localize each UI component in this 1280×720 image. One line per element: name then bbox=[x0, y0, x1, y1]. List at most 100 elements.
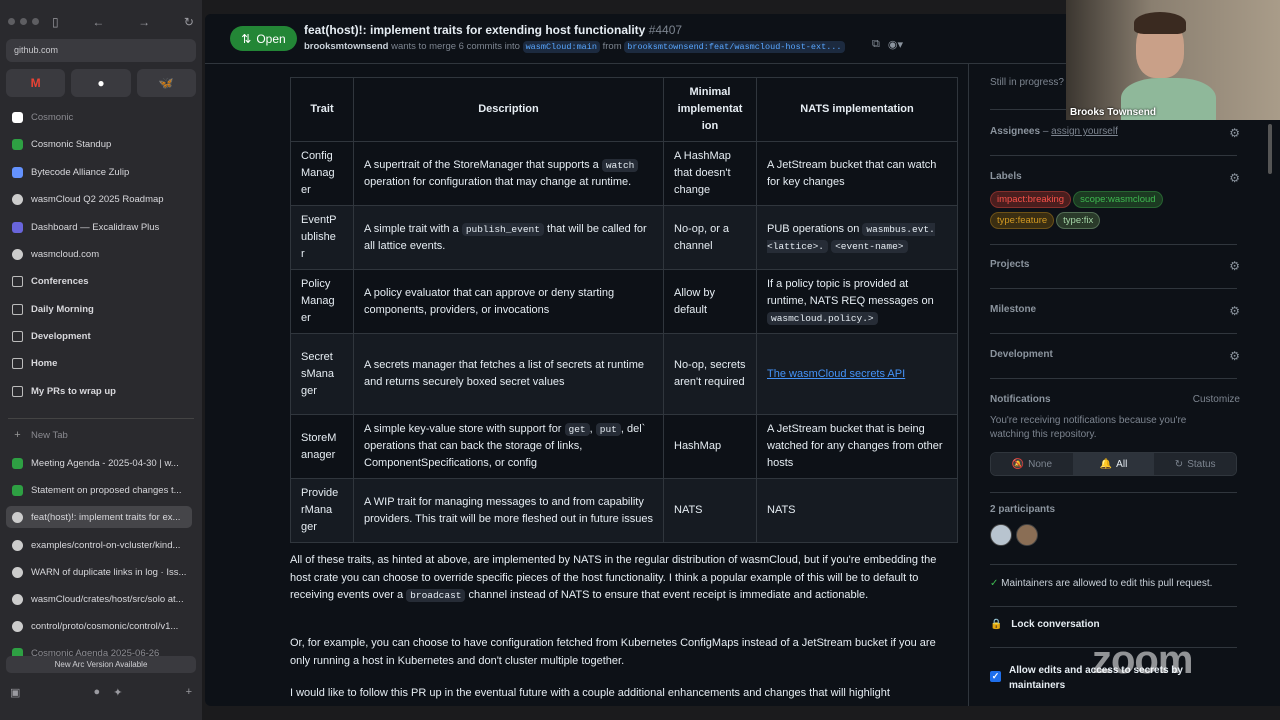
gear-icon[interactable]: ⚙ bbox=[1229, 171, 1240, 185]
merge-text: wants to merge 6 commits into bbox=[391, 41, 520, 52]
sidebar-item[interactable]: My PRs to wrap up bbox=[6, 380, 192, 402]
space-icon[interactable]: ● bbox=[94, 686, 101, 699]
divider bbox=[990, 155, 1237, 156]
archive-icon[interactable]: ▣ bbox=[10, 686, 20, 699]
avatar[interactable] bbox=[1016, 524, 1038, 546]
secrets-api-link[interactable]: The wasmCloud secrets API bbox=[767, 368, 905, 380]
trait-cell: EventP ublishe r bbox=[290, 205, 354, 270]
gear-icon[interactable]: ⚙ bbox=[1229, 259, 1240, 273]
sidebar-divider bbox=[8, 418, 194, 419]
notif-none-button[interactable]: 🔕 None bbox=[991, 453, 1073, 475]
notification-reason: You're receiving notifications because y… bbox=[990, 415, 1187, 440]
lock-icon: 🔒 bbox=[990, 619, 1003, 630]
zoom-dot[interactable] bbox=[32, 18, 39, 25]
label-badge[interactable]: scope:wasmcloud bbox=[1073, 191, 1163, 208]
sidebar-item[interactable]: Meeting Agenda - 2025-04-30 | w... bbox=[6, 452, 192, 474]
description-cell: A supertrait of the StoreManager that su… bbox=[353, 141, 664, 206]
pr-number: #4407 bbox=[648, 23, 683, 37]
development-section: Development ⚙ bbox=[990, 349, 1240, 363]
sidebar-item[interactable]: Conferences bbox=[6, 270, 192, 292]
reload-icon[interactable]: ↻ bbox=[184, 15, 194, 29]
notif-all-button[interactable]: 🔔 All bbox=[1072, 453, 1155, 475]
sidebar-item[interactable]: Bytecode Alliance Zulip bbox=[6, 161, 192, 183]
sidebar-item[interactable]: control/proto/cosmonic/control/v1... bbox=[6, 615, 192, 637]
sidebar-toggle-icon[interactable]: ▯ bbox=[52, 15, 59, 29]
sidebar-item[interactable]: Daily Morning bbox=[6, 298, 192, 320]
allow-edits-checkbox[interactable]: ✓ bbox=[990, 671, 1001, 682]
add-icon[interactable]: + bbox=[186, 686, 192, 699]
gear-icon[interactable]: ⚙ bbox=[1229, 304, 1240, 318]
minimal-cell: Allow by default bbox=[663, 269, 757, 334]
pinned-github[interactable]: ● bbox=[71, 69, 131, 97]
cell-text: A supertrait of the StoreManager that su… bbox=[364, 158, 602, 171]
sidebar-item[interactable]: Statement on proposed changes t... bbox=[6, 479, 192, 501]
cosmonic-icon bbox=[12, 484, 23, 496]
column-header: NATS implementation bbox=[756, 77, 958, 142]
head-branch[interactable]: brooksmtownsend:feat/wasmcloud-host-ext.… bbox=[624, 41, 845, 53]
sidebar-item[interactable]: Cosmonic Standup bbox=[6, 133, 192, 155]
development-title: Development bbox=[990, 349, 1053, 360]
github-icon bbox=[12, 511, 23, 523]
gear-icon[interactable]: ⚙ bbox=[1229, 126, 1240, 140]
label-badge[interactable]: impact:breaking bbox=[990, 191, 1072, 208]
watch-icon[interactable]: ◉▾ bbox=[888, 38, 903, 51]
sidebar-item-label: control/proto/cosmonic/control/v1... bbox=[31, 620, 179, 632]
scrollbar[interactable] bbox=[1268, 124, 1272, 174]
table-row: Policy Manag er A policy evaluator that c… bbox=[290, 269, 958, 334]
notifications-section: Notifications Customize You're receiving… bbox=[990, 394, 1240, 442]
inline-code: watch bbox=[601, 158, 639, 172]
sidebar-item[interactable]: wasmcloud.com bbox=[6, 243, 192, 265]
label-badge[interactable]: type:fix bbox=[1056, 212, 1101, 229]
sidebar-item[interactable]: wasmCloud Q2 2025 Roadmap bbox=[6, 188, 192, 210]
sidebar-item[interactable]: + New Tab bbox=[6, 424, 192, 446]
pr-title-text: feat(host)!: implement traits for extend… bbox=[304, 23, 646, 37]
sidebar-item[interactable]: Dashboard — Excalidraw Plus bbox=[6, 216, 192, 238]
cell-text: A simple key-value store with support fo… bbox=[364, 423, 565, 435]
pinned-gmail[interactable]: M bbox=[6, 69, 66, 97]
from-text: from bbox=[602, 41, 622, 52]
spark-icon[interactable]: ✦ bbox=[113, 686, 122, 699]
screen: ▯ ← → ↻ github.com M ● 🦋 Cosmonic Cosmoni… bbox=[0, 0, 1280, 720]
bell-icon: 🔔 bbox=[1099, 458, 1113, 470]
minimize-dot[interactable] bbox=[20, 18, 27, 25]
sidebar-item-label: Bytecode Alliance Zulip bbox=[31, 166, 130, 178]
webcam-overlay: Brooks Townsend bbox=[1066, 0, 1280, 120]
pinned-bluesky[interactable]: 🦋 bbox=[136, 69, 196, 97]
sidebar-item[interactable]: WARN of duplicate links in log · Iss... bbox=[6, 561, 192, 583]
notif-status-button[interactable]: ↻ Status bbox=[1154, 453, 1236, 475]
lock-conversation[interactable]: 🔒 Lock conversation bbox=[990, 619, 1240, 630]
body-paragraph-2: Or, for example, you can choose to have … bbox=[290, 637, 936, 667]
url-bar[interactable]: github.com bbox=[6, 39, 196, 62]
sidebar-item[interactable]: Home bbox=[6, 352, 192, 374]
sidebar-item[interactable]: Cosmonic bbox=[6, 106, 192, 128]
cell-text: A JetStream bucket that can watch for ke… bbox=[767, 158, 937, 188]
notification-toggle: 🔕 None 🔔 All ↻ Status bbox=[990, 452, 1237, 476]
back-arrow-icon[interactable]: ← bbox=[92, 15, 104, 29]
github-icon bbox=[12, 593, 23, 605]
participant-avatars bbox=[990, 524, 1240, 546]
close-dot[interactable] bbox=[8, 18, 15, 25]
assign-yourself-link[interactable]: assign yourself bbox=[1051, 126, 1118, 137]
pr-author[interactable]: brooksmtownsend bbox=[304, 41, 388, 52]
copy-icon[interactable]: ⧉ bbox=[872, 38, 880, 51]
cosmonic-icon bbox=[12, 457, 23, 469]
sidebar-item[interactable]: feat(host)!: implement traits for ex... bbox=[6, 506, 192, 528]
projects-section: Projects ⚙ bbox=[990, 259, 1240, 273]
base-branch[interactable]: wasmCloud:main bbox=[522, 41, 600, 53]
customize-link[interactable]: Customize bbox=[1193, 394, 1240, 405]
sidebar-item-label: wasmCloud Q2 2025 Roadmap bbox=[31, 193, 164, 205]
sidebar-divider-line bbox=[968, 64, 969, 706]
milestone-title: Milestone bbox=[990, 304, 1037, 315]
bell-slash-icon: 🔕 bbox=[1011, 458, 1025, 470]
forward-arrow-icon[interactable]: → bbox=[138, 15, 150, 29]
sidebar-item[interactable]: wasmCloud/crates/host/src/solo at... bbox=[6, 588, 192, 610]
zoom-watermark: zoom bbox=[1092, 638, 1193, 682]
sidebar-item[interactable]: Development bbox=[6, 325, 192, 347]
avatar[interactable] bbox=[990, 524, 1012, 546]
label-badge[interactable]: type:feature bbox=[990, 212, 1055, 229]
sidebar-item[interactable]: examples/control-on-vcluster/kind... bbox=[6, 534, 192, 556]
new-arc-version-banner[interactable]: New Arc Version Available bbox=[6, 656, 196, 673]
github-icon bbox=[12, 248, 23, 260]
cell-text: , bbox=[589, 423, 596, 435]
gear-icon[interactable]: ⚙ bbox=[1229, 349, 1240, 363]
